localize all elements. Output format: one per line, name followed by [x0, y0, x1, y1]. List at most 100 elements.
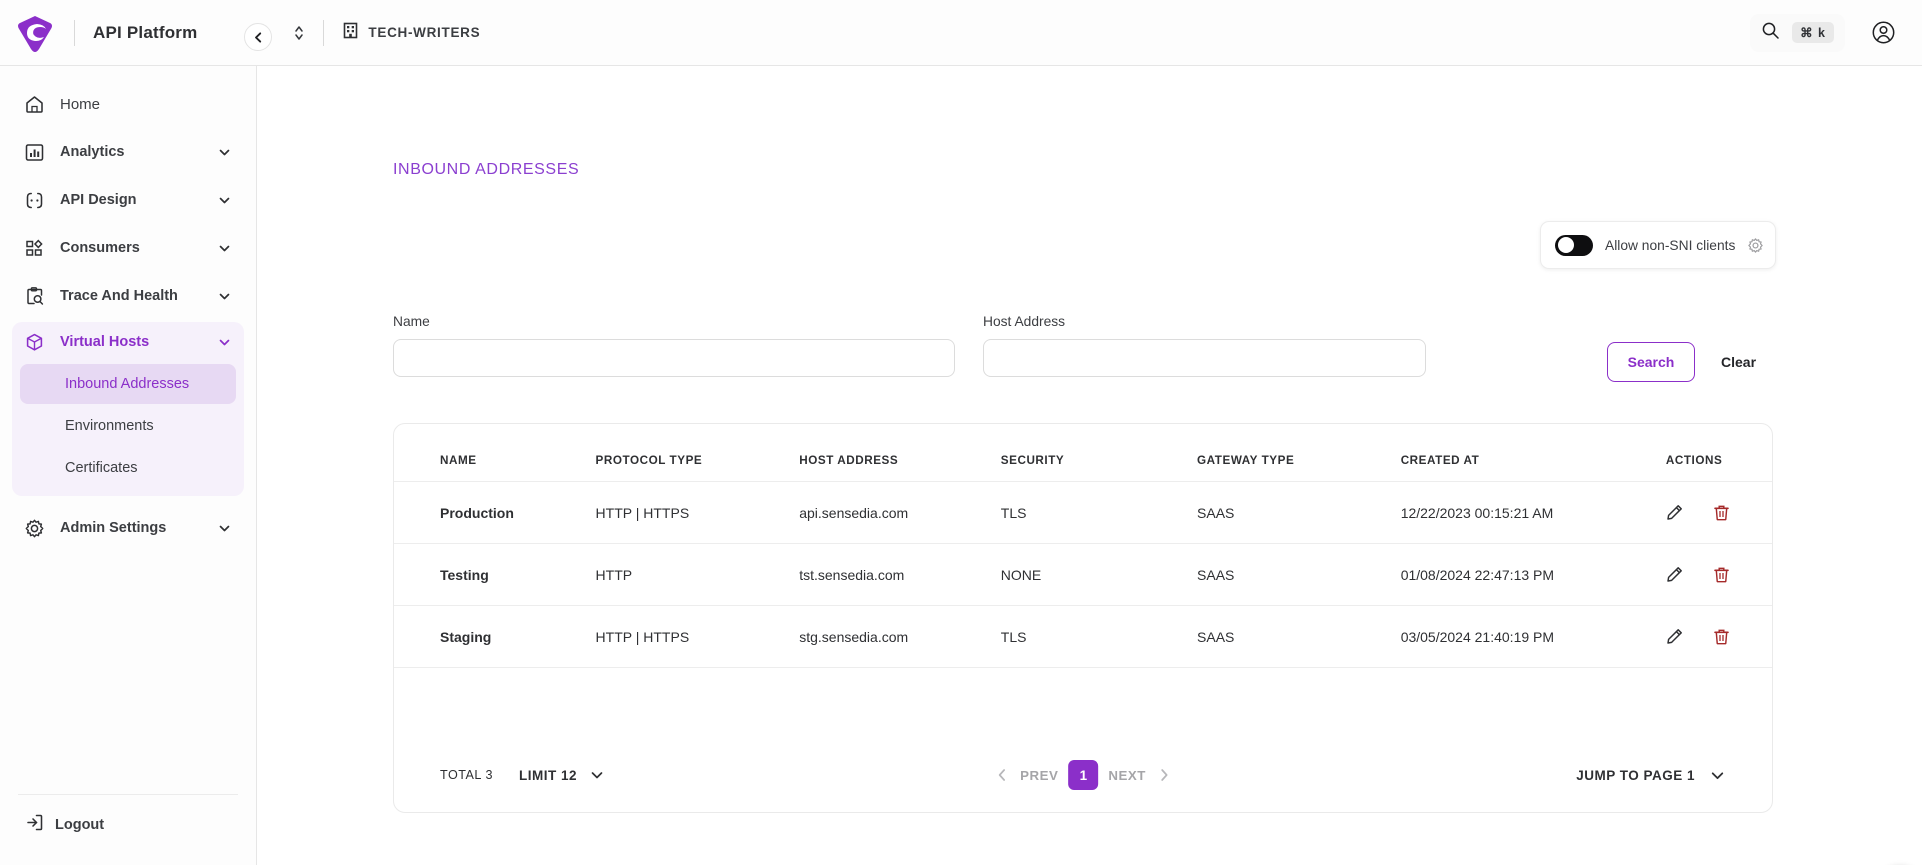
chevron-right-icon: [1156, 767, 1172, 783]
cell-name: Testing: [394, 544, 596, 606]
column-header-created-at: CREATED AT: [1401, 424, 1666, 482]
trash-icon[interactable]: [1713, 504, 1730, 521]
cell-created-at: 01/08/2024 22:47:13 PM: [1401, 544, 1666, 606]
name-field-label: Name: [393, 314, 955, 329]
name-input[interactable]: [393, 339, 955, 377]
table-body: Production HTTP | HTTPS api.sensedia.com…: [394, 482, 1772, 668]
sidebar-item-certificates[interactable]: Certificates: [20, 448, 236, 488]
cell-security: TLS: [1001, 606, 1197, 668]
sidebar-item-admin-settings[interactable]: Admin Settings: [12, 508, 244, 548]
home-icon: [24, 94, 50, 115]
pencil-icon[interactable]: [1666, 566, 1683, 583]
sni-settings-card: Allow non-SNI clients: [1540, 221, 1776, 269]
app-root: API Platform TECH-WRITERS: [0, 0, 1922, 865]
search-icon[interactable]: [1761, 21, 1780, 45]
inbound-addresses-table-card: NAME PROTOCOL TYPE HOST ADDRESS SECURITY…: [393, 423, 1773, 813]
trace-health-icon: [24, 286, 50, 307]
pencil-icon[interactable]: [1666, 628, 1683, 645]
host-address-field-label: Host Address: [983, 314, 1426, 329]
inbound-addresses-table: NAME PROTOCOL TYPE HOST ADDRESS SECURITY…: [394, 424, 1772, 668]
total-count-label: TOTAL 3: [440, 768, 493, 782]
divider: [18, 794, 238, 795]
up-down-chevron-icon[interactable]: [293, 22, 305, 44]
column-header-gateway-type: GATEWAY TYPE: [1197, 424, 1401, 482]
chevron-down-icon[interactable]: [217, 335, 232, 350]
logout-button[interactable]: Logout: [12, 803, 244, 847]
cell-actions: [1666, 482, 1772, 544]
table-row[interactable]: Staging HTTP | HTTPS stg.sensedia.com TL…: [394, 606, 1772, 668]
chevron-down-icon: [1709, 767, 1726, 784]
pencil-icon[interactable]: [1666, 504, 1683, 521]
row-actions: [1666, 504, 1772, 521]
sensedia-logo-icon[interactable]: [14, 12, 56, 54]
sidebar-item-analytics[interactable]: Analytics: [12, 132, 244, 172]
jump-to-page-label: JUMP TO PAGE 1: [1576, 768, 1695, 783]
trash-icon[interactable]: [1713, 628, 1730, 645]
cell-gateway-type: SAAS: [1197, 482, 1401, 544]
gear-icon[interactable]: [1747, 237, 1764, 254]
global-search[interactable]: ⌘ k: [1750, 14, 1845, 52]
logout-icon: [24, 812, 45, 838]
sidebar-item-virtual-hosts[interactable]: Virtual Hosts: [12, 322, 244, 362]
sidebar-collapse-button[interactable]: [244, 23, 272, 51]
sidebar-item-home[interactable]: Home: [12, 84, 244, 124]
name-field-wrap: Name: [393, 314, 955, 377]
org-name: TECH-WRITERS: [368, 25, 480, 40]
table-header-row: NAME PROTOCOL TYPE HOST ADDRESS SECURITY…: [394, 424, 1772, 482]
cell-host-address: stg.sensedia.com: [799, 606, 1001, 668]
sidebar-item-inbound-addresses[interactable]: Inbound Addresses: [20, 364, 236, 404]
chevron-down-icon[interactable]: [217, 521, 232, 536]
cell-actions: [1666, 606, 1772, 668]
sidebar-item-consumers[interactable]: Consumers: [12, 228, 244, 268]
sidebar: Home Analytics: [0, 66, 257, 865]
chevron-down-icon[interactable]: [217, 241, 232, 256]
cell-created-at: 03/05/2024 21:40:19 PM: [1401, 606, 1666, 668]
sidebar-item-label: Home: [60, 96, 232, 113]
sidebar-item-api-design[interactable]: API Design: [12, 180, 244, 220]
cell-protocol-type: HTTP: [596, 544, 800, 606]
virtual-hosts-icon: [24, 332, 50, 353]
logout-label: Logout: [55, 817, 232, 833]
table-row[interactable]: Testing HTTP tst.sensedia.com NONE SAAS …: [394, 544, 1772, 606]
column-header-protocol-type: PROTOCOL TYPE: [596, 424, 800, 482]
consumers-icon: [24, 238, 50, 259]
cell-gateway-type: SAAS: [1197, 606, 1401, 668]
main-content: INBOUND ADDRESSES Allow non-SNI clients …: [257, 66, 1922, 865]
sidebar-item-label: Consumers: [60, 240, 217, 256]
trash-icon[interactable]: [1713, 566, 1730, 583]
host-field-wrap: Host Address: [983, 314, 1426, 377]
chevron-down-icon[interactable]: [217, 193, 232, 208]
next-page-button[interactable]: NEXT: [1108, 767, 1171, 783]
limit-selector[interactable]: LIMIT 12: [519, 767, 605, 783]
api-design-icon: [24, 190, 50, 211]
cell-protocol-type: HTTP | HTTPS: [596, 482, 800, 544]
cell-created-at: 12/22/2023 00:15:21 AM: [1401, 482, 1666, 544]
sidebar-item-environments[interactable]: Environments: [20, 406, 236, 446]
app-title: API Platform: [93, 23, 197, 43]
next-label: NEXT: [1108, 768, 1145, 783]
org-switcher[interactable]: TECH-WRITERS: [342, 22, 480, 44]
cell-host-address: tst.sensedia.com: [799, 544, 1001, 606]
sidebar-item-trace-and-health[interactable]: Trace And Health: [12, 276, 244, 316]
chevron-down-icon[interactable]: [217, 289, 232, 304]
prev-label: PREV: [1020, 768, 1058, 783]
row-actions: [1666, 566, 1772, 583]
search-shortcut-badge: ⌘ k: [1792, 22, 1834, 43]
column-header-security: SECURITY: [1001, 424, 1197, 482]
sidebar-item-label: API Design: [60, 192, 217, 208]
chevron-down-icon: [589, 767, 605, 783]
host-address-input[interactable]: [983, 339, 1426, 377]
page-number-1[interactable]: 1: [1068, 760, 1098, 790]
search-button[interactable]: Search: [1607, 342, 1695, 382]
chevron-down-icon[interactable]: [217, 145, 232, 160]
jump-to-page-selector[interactable]: JUMP TO PAGE 1: [1576, 767, 1726, 784]
table-row[interactable]: Production HTTP | HTTPS api.sensedia.com…: [394, 482, 1772, 544]
user-avatar-icon[interactable]: [1871, 20, 1896, 45]
allow-non-sni-label: Allow non-SNI clients: [1605, 238, 1735, 253]
cell-security: TLS: [1001, 482, 1197, 544]
building-icon: [342, 22, 359, 44]
clear-button[interactable]: Clear: [1721, 342, 1756, 382]
allow-non-sni-toggle[interactable]: [1555, 235, 1593, 256]
prev-page-button[interactable]: PREV: [994, 767, 1058, 783]
analytics-icon: [24, 142, 50, 163]
